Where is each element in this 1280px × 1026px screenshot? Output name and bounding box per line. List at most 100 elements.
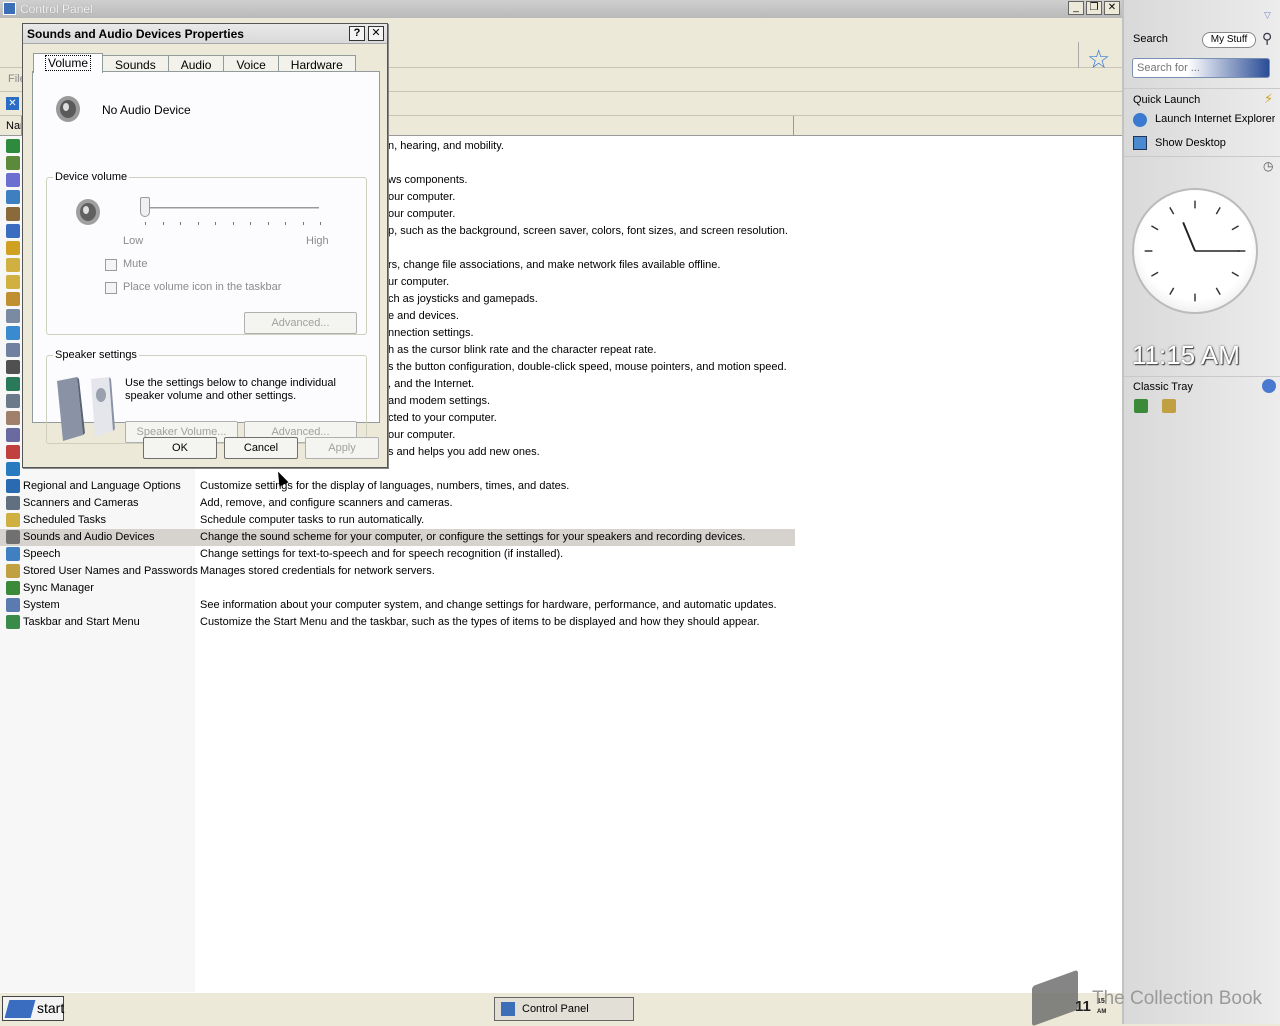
list-item[interactable]: Sounds and Audio Devices Change the sound… xyxy=(0,529,795,546)
close-button[interactable]: ✕ xyxy=(1104,1,1120,15)
mute-checkbox[interactable] xyxy=(105,259,117,271)
clock-tick xyxy=(1215,287,1221,295)
quick-launch-section: Quick Launch ⚡ Launch Internet Explorer … xyxy=(1124,88,1280,156)
control-panel-task-icon xyxy=(501,1002,515,1016)
windows-sidebar: ▽ Search My Stuff ⚲ Quick Launch ⚡ Launc… xyxy=(1122,0,1280,1024)
taskbar-item-control-panel[interactable]: Control Panel xyxy=(494,997,634,1021)
list-item-icon xyxy=(6,224,20,238)
list-item-description: ch as joysticks and gamepads. xyxy=(388,293,538,305)
list-item-description: Add, remove, and configure scanners and … xyxy=(200,497,453,509)
list-item-name: Sounds and Audio Devices xyxy=(23,531,155,543)
list-item[interactable]: Regional and Language Options Customize s… xyxy=(0,478,795,495)
search-input[interactable] xyxy=(1132,58,1270,78)
tray-keys-icon[interactable] xyxy=(1162,399,1176,413)
list-item[interactable]: Stored User Names and Passwords Manages s… xyxy=(0,563,795,580)
list-item[interactable]: Scanners and Cameras Add, remove, and con… xyxy=(0,495,795,512)
list-item[interactable]: Scheduled Tasks Schedule computer tasks t… xyxy=(0,512,795,529)
advanced-volume-button[interactable]: Advanced... xyxy=(244,312,357,334)
clock-gadget-icon: ◷ xyxy=(1263,159,1274,173)
list-item-icon xyxy=(6,411,20,425)
dialog-titlebar[interactable]: Sounds and Audio Devices Properties ? ✕ xyxy=(23,24,387,44)
search-title: Search xyxy=(1133,33,1168,45)
help-button[interactable]: ? xyxy=(349,26,365,41)
start-button[interactable]: start xyxy=(2,996,64,1021)
list-item-description: n, hearing, and mobility. xyxy=(388,140,504,152)
list-item[interactable]: Speech Change settings for text-to-speech… xyxy=(0,546,795,563)
dialog-close-button[interactable]: ✕ xyxy=(368,26,384,41)
list-item[interactable]: System See information about your compute… xyxy=(0,597,795,614)
sidebar-menu-chevron-icon[interactable]: ▽ xyxy=(1264,10,1271,21)
minimize-button[interactable]: _ xyxy=(1068,1,1084,15)
list-item-icon xyxy=(6,394,20,408)
ok-button[interactable]: OK xyxy=(143,437,217,459)
search-magnifier-icon[interactable]: ⚲ xyxy=(1262,30,1272,47)
clock-tick xyxy=(1169,287,1175,295)
cancel-button[interactable]: Cancel xyxy=(224,437,298,459)
list-item-icon xyxy=(6,343,20,357)
list-item-icon xyxy=(6,445,20,459)
list-item-description: Change the sound scheme for your compute… xyxy=(200,531,746,543)
quick-launch-ie[interactable]: Launch Internet Explorer Browser xyxy=(1155,113,1275,125)
list-item-description: p, such as the background, screen saver,… xyxy=(388,225,788,237)
clock-tick xyxy=(1215,207,1221,215)
taskbar: start Control Panel xyxy=(0,992,1122,1024)
list-item-icon xyxy=(6,360,20,374)
control-panel-icon xyxy=(3,2,16,15)
folder-close-icon[interactable]: ✕ xyxy=(6,97,19,110)
place-icon-checkbox[interactable] xyxy=(105,282,117,294)
analog-clock xyxy=(1132,188,1258,314)
list-item-description: s and helps you add new ones. xyxy=(388,446,540,458)
volume-tab-panel: No Audio Device Device volume Low High M… xyxy=(32,71,380,444)
list-item-name: Sync Manager xyxy=(23,582,94,594)
list-item-icon xyxy=(6,598,20,612)
window-titlebar[interactable]: Control Panel _ ❐ ✕ xyxy=(0,0,1122,18)
volume-slider-track[interactable] xyxy=(147,207,319,210)
watermark: The Collection Book xyxy=(1092,988,1263,1009)
my-stuff-button[interactable]: My Stuff xyxy=(1202,32,1256,48)
volume-high-label: High xyxy=(306,235,329,247)
list-item-description: h as the cursor blink rate and the chara… xyxy=(388,344,657,356)
show-desktop-icon xyxy=(1133,136,1147,150)
clock-tick xyxy=(1231,271,1239,277)
speakers-icon xyxy=(57,377,115,441)
list-item-description: nnection settings. xyxy=(388,327,474,339)
device-volume-legend: Device volume xyxy=(55,171,128,183)
list-item-description: Customize the Start Menu and the taskbar… xyxy=(200,616,760,628)
column-header-name[interactable]: Name xyxy=(0,116,22,136)
tray-clock[interactable]: 11 15 AM xyxy=(1075,998,1106,1015)
apply-button[interactable]: Apply xyxy=(305,437,379,459)
dialog-tabs: Volume Sounds Audio Voice Hardware xyxy=(33,53,356,73)
list-item-icon xyxy=(6,479,20,493)
tray-settings-icon[interactable] xyxy=(1262,379,1276,393)
tab-volume[interactable]: Volume xyxy=(33,53,104,73)
place-icon-label: Place volume icon in the taskbar xyxy=(123,281,282,293)
restore-button[interactable]: ❐ xyxy=(1086,1,1102,15)
list-item-icon xyxy=(6,139,20,153)
clock-tick xyxy=(1151,271,1159,277)
list-item[interactable]: Sync Manager xyxy=(0,580,795,597)
list-item-icon xyxy=(6,581,20,595)
list-item-description: , and the Internet. xyxy=(388,378,475,390)
list-item-description: our computer. xyxy=(388,429,456,441)
device-name: No Audio Device xyxy=(102,103,191,117)
clock-tick xyxy=(1169,207,1175,215)
list-item-description: Schedule computer tasks to run automatic… xyxy=(200,514,425,526)
list-item-icon xyxy=(6,547,20,561)
window-title: Control Panel xyxy=(20,2,93,16)
volume-slider-thumb[interactable] xyxy=(140,197,150,217)
list-item-icon xyxy=(6,326,20,340)
list-item-name: System xyxy=(23,599,60,611)
mute-label: Mute xyxy=(123,258,148,270)
list-item-icon xyxy=(6,377,20,391)
list-item[interactable]: Taskbar and Start Menu Customize the Star… xyxy=(0,614,795,631)
column-header-comments[interactable] xyxy=(388,116,794,136)
list-item-icon xyxy=(6,496,20,510)
list-item-description: Change settings for text-to-speech and f… xyxy=(200,548,564,560)
list-item-icon xyxy=(6,615,20,629)
list-item-icon xyxy=(6,513,20,527)
list-item-description: Customize settings for the display of la… xyxy=(200,480,570,492)
speaker-settings-text: Use the settings below to change individ… xyxy=(125,377,336,402)
tray-network-icon[interactable] xyxy=(1134,399,1148,413)
quick-launch-show-desktop[interactable]: Show Desktop xyxy=(1155,137,1226,149)
list-item-icon xyxy=(6,156,20,170)
